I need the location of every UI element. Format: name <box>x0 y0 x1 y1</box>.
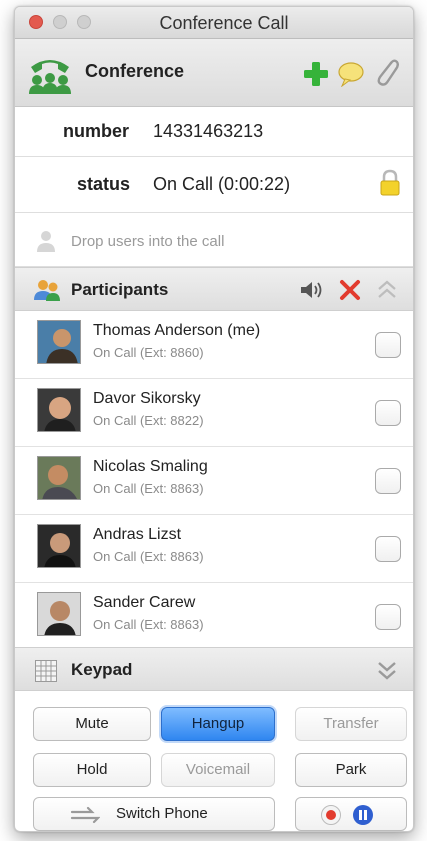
remove-icon[interactable] <box>339 279 361 301</box>
participant-row[interactable]: Davor Sikorsky On Call (Ext: 8822) <box>15 379 413 447</box>
participant-checkbox[interactable] <box>375 400 401 426</box>
title-bar[interactable]: Conference Call <box>15 7 413 39</box>
hold-button[interactable]: Hold <box>33 753 151 787</box>
hangup-button[interactable]: Hangup <box>161 707 275 741</box>
avatar <box>37 388 81 432</box>
status-value: On Call (0:00:22) <box>153 174 291 194</box>
number-label: number <box>63 121 130 141</box>
participant-row[interactable]: Andras Lizst On Call (Ext: 8863) <box>15 515 413 583</box>
participant-checkbox[interactable] <box>375 536 401 562</box>
participant-name: Sander Carew <box>93 594 196 611</box>
expand-chevron-down-icon[interactable] <box>375 658 399 682</box>
lock-icon <box>380 169 400 196</box>
avatar <box>37 320 81 364</box>
conference-title: Conference <box>85 61 185 81</box>
participant-checkbox[interactable] <box>375 468 401 494</box>
avatar <box>37 592 81 636</box>
number-row: number 14331463213 <box>15 107 413 157</box>
participant-checkbox[interactable] <box>375 332 401 358</box>
avatar <box>37 456 81 500</box>
transfer-button[interactable]: Transfer <box>295 707 407 741</box>
drop-zone-text: Drop users into the call <box>71 233 225 250</box>
participant-row[interactable]: Nicolas Smaling On Call (Ext: 8863) <box>15 447 413 515</box>
switch-phone-button[interactable]: Switch Phone <box>33 797 275 831</box>
participant-name: Nicolas Smaling <box>93 458 208 475</box>
participant-status: On Call (Ext: 8863) <box>93 481 204 496</box>
participant-row[interactable]: Sander Carew On Call (Ext: 8863) <box>15 583 413 651</box>
participant-status: On Call (Ext: 8860) <box>93 345 204 360</box>
user-silhouette-icon <box>37 231 55 252</box>
keypad-header[interactable]: Keypad <box>15 647 413 691</box>
drop-zone[interactable]: Drop users into the call <box>15 213 413 267</box>
participants-title: Participants <box>71 280 169 299</box>
participants-icon <box>34 280 60 301</box>
switch-phone-label: Switch Phone <box>116 805 208 822</box>
plus-icon[interactable] <box>303 61 329 87</box>
participant-status: On Call (Ext: 8863) <box>93 617 204 632</box>
conference-call-window: Conference Call Conference number 143314… <box>14 6 414 832</box>
avatar <box>37 524 81 568</box>
conference-phone-icon <box>29 60 71 94</box>
status-label: status <box>77 174 131 194</box>
speaker-icon[interactable] <box>299 280 327 300</box>
collapse-chevron-up-icon[interactable] <box>375 278 399 302</box>
window-title: Conference Call <box>159 13 289 33</box>
participants-header: Participants <box>15 267 413 311</box>
participant-checkbox[interactable] <box>375 604 401 630</box>
park-button[interactable]: Park <box>295 753 407 787</box>
number-value: 14331463213 <box>153 121 264 141</box>
participant-name: Andras Lizst <box>93 526 182 543</box>
participant-status: On Call (Ext: 8822) <box>93 413 204 428</box>
record-controls[interactable] <box>295 797 407 831</box>
participant-row[interactable]: Thomas Anderson (me) On Call (Ext: 8860) <box>15 311 413 379</box>
keypad-title: Keypad <box>71 660 133 679</box>
participant-status: On Call (Ext: 8863) <box>93 549 204 564</box>
voicemail-button[interactable]: Voicemail <box>161 753 275 787</box>
pause-icon[interactable] <box>352 804 374 826</box>
status-row: status On Call (0:00:22) <box>15 157 413 213</box>
participant-name: Davor Sikorsky <box>93 390 201 407</box>
record-icon[interactable] <box>320 804 342 826</box>
participant-name: Thomas Anderson (me) <box>93 322 261 339</box>
conference-header: Conference <box>15 39 413 107</box>
keypad-icon <box>35 660 57 682</box>
mute-button[interactable]: Mute <box>33 707 151 741</box>
chat-bubble-icon[interactable] <box>337 61 365 87</box>
paperclip-icon[interactable] <box>371 57 399 89</box>
switch-arrows-icon <box>70 806 100 824</box>
